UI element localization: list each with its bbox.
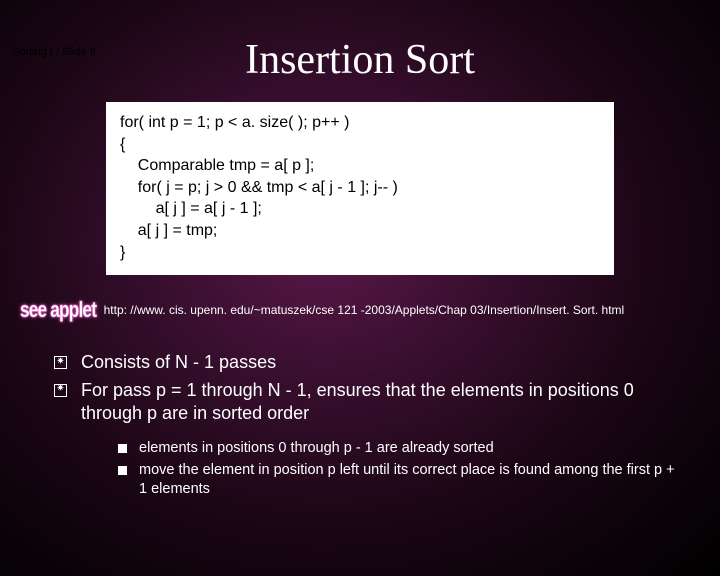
list-item: elements in positions 0 through p - 1 ar… xyxy=(118,439,680,459)
list-item-text: move the element in position p left unti… xyxy=(139,461,680,500)
sub-bullet-marker-icon xyxy=(118,466,127,475)
bullet-marker-icon: ✷ xyxy=(54,356,67,369)
applet-link-row: see applet http: //www. cis. upenn. edu/… xyxy=(0,297,720,323)
slide-header: Sorting I / Slide 8 xyxy=(12,46,96,58)
sub-bullet-marker-icon xyxy=(118,444,127,453)
list-item: ✷ Consists of N - 1 passes xyxy=(54,351,680,374)
list-item: ✷ For pass p = 1 through N - 1, ensures … xyxy=(54,379,680,426)
list-item-text: elements in positions 0 through p - 1 ar… xyxy=(139,439,494,459)
main-bullet-list: ✷ Consists of N - 1 passes ✷ For pass p … xyxy=(0,351,720,425)
sub-bullet-list: elements in positions 0 through p - 1 ar… xyxy=(0,439,720,500)
slide-title: Insertion Sort xyxy=(0,36,720,84)
see-applet-label: see applet xyxy=(20,297,96,323)
list-item-text: For pass p = 1 through N - 1, ensures th… xyxy=(81,379,680,426)
bullet-marker-icon: ✷ xyxy=(54,384,67,397)
list-item-text: Consists of N - 1 passes xyxy=(81,351,276,374)
list-item: move the element in position p left unti… xyxy=(118,461,680,500)
code-block: for( int p = 1; p < a. size( ); p++ ) { … xyxy=(106,102,614,275)
applet-url[interactable]: http: //www. cis. upenn. edu/~matuszek/c… xyxy=(104,303,625,317)
